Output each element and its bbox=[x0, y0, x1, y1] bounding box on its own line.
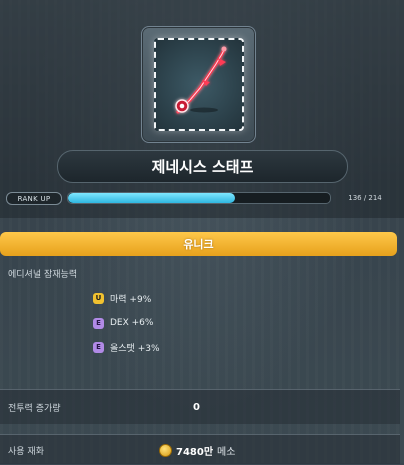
meso-coin-icon bbox=[159, 443, 172, 457]
genesis-staff-icon bbox=[175, 46, 227, 114]
combat-power-label: 전투력 증가량 bbox=[8, 403, 61, 414]
epic-tier-badge: E bbox=[93, 341, 104, 353]
potential-option: U 마력 +9% bbox=[93, 291, 151, 305]
cost-label: 사용 재화 bbox=[8, 446, 44, 457]
combat-power-row: 전투력 증가량 0 bbox=[0, 389, 400, 424]
rank-progress-bar bbox=[67, 192, 331, 204]
cost-amount: 7480만 bbox=[176, 446, 214, 458]
grade-banner: 유니크 bbox=[0, 232, 397, 256]
rank-progress-fill bbox=[68, 193, 235, 203]
additional-potential-title: 에디셔널 잠재능력 bbox=[8, 270, 78, 280]
potential-option-text: 마력 +9% bbox=[110, 294, 152, 305]
cost-display: 7480만 메소 bbox=[159, 435, 235, 465]
cost-row: 사용 재화 7480만 메소 bbox=[0, 434, 400, 464]
combat-power-value: 0 bbox=[193, 401, 200, 413]
rank-up-label: RANK UP bbox=[6, 192, 62, 205]
potential-option: E DEX +6% bbox=[93, 316, 153, 330]
potential-option: E 올스탯 +3% bbox=[93, 340, 160, 354]
potential-option-text: DEX +6% bbox=[110, 318, 154, 328]
epic-tier-badge: E bbox=[93, 317, 104, 329]
unique-tier-badge: U bbox=[93, 292, 104, 304]
item-name: 제네시스 스태프 bbox=[57, 150, 348, 183]
item-frame bbox=[141, 26, 256, 143]
cost-unit: 메소 bbox=[217, 446, 236, 458]
potential-option-text: 올스탯 +3% bbox=[110, 343, 160, 354]
item-slot[interactable] bbox=[154, 38, 244, 131]
rank-progress-text: 136 / 214 bbox=[348, 193, 382, 202]
